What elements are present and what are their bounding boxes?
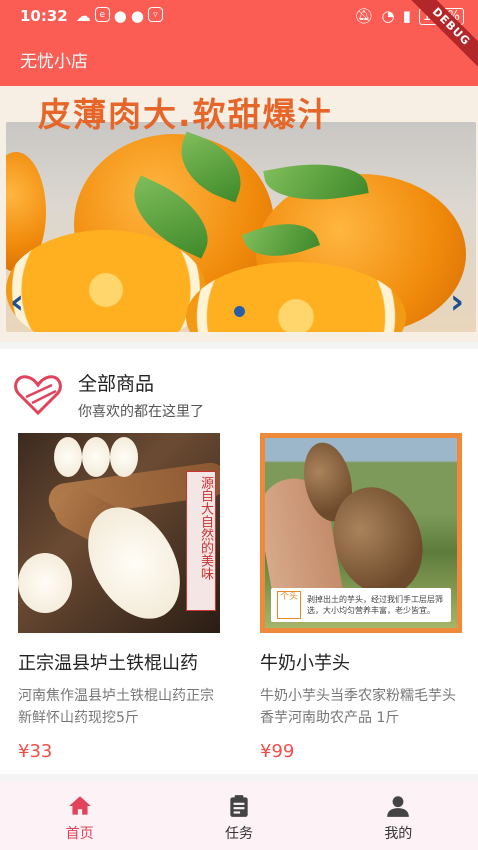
banner-carousel[interactable]: 皮薄肉大.软甜爆汁 ‹ › (0, 86, 478, 342)
product-description: 牛奶小芋头当季农家粉糯毛芋头香芋河南助农产品 1斤 (260, 688, 456, 726)
product-image[interactable]: 个头 剥掉出土的芋头，经过我们手工层层筛选，大小均匀营养丰富，老少皆宜。 (260, 433, 462, 633)
banner-headline: 皮薄肉大.软甜爆汁 (38, 95, 333, 134)
person-icon (387, 796, 410, 817)
product-image-caption-text: 剥掉出土的芋头，经过我们手工层层筛选，大小均匀营养丰富，老少皆宜。 (307, 595, 443, 615)
notification-icons: ☁ e ● ● ▿ (76, 7, 163, 25)
clipboard-icon (230, 795, 248, 817)
tab-home[interactable]: 首页 (0, 781, 159, 850)
product-name[interactable]: 牛奶小芋头 (260, 649, 462, 675)
product-image-caption: 个头 剥掉出土的芋头，经过我们手工层层筛选，大小均匀营养丰富，老少皆宜。 (271, 588, 451, 622)
cloud-icon: ☁ (75, 7, 91, 25)
banner-image[interactable] (6, 122, 476, 332)
product-name[interactable]: 正宗温县垆土铁棍山药 (18, 649, 220, 675)
product-section: 全部商品 你喜欢的都在这里了 源自大自然的美味 正宗温县垆土铁棍山药 河南焦作温… (0, 349, 478, 774)
product-image[interactable]: 源自大自然的美味 (18, 433, 220, 633)
app-bar: 无忧小店 (0, 32, 478, 86)
home-icon (68, 796, 91, 815)
tab-label: 首页 (65, 826, 94, 842)
section-header: 全部商品 你喜欢的都在这里了 (12, 369, 204, 421)
product-description: 河南焦作温县垆土铁棍山药正宗新鲜怀山药现挖5斤 (18, 688, 214, 726)
page-title: 无忧小店 (20, 51, 88, 72)
app-notification-icon: e (94, 7, 110, 22)
product-image-label: 源自大自然的美味 (186, 471, 216, 611)
bottom-tab-bar: 首页 任务 我的 (0, 781, 478, 850)
product-image-badge: 个头 (277, 591, 301, 619)
message-icon: ● (130, 7, 144, 25)
section-subtitle: 你喜欢的都在这里了 (78, 404, 204, 420)
yam-slice-image (82, 437, 110, 477)
status-time: 10:32 (20, 7, 68, 25)
tab-label: 我的 (384, 826, 413, 842)
yam-slice-image (110, 437, 138, 477)
product-card[interactable]: 源自大自然的美味 正宗温县垆土铁棍山药 河南焦作温县垆土铁棍山药正宗新鲜怀山药现… (18, 433, 222, 762)
status-bar: 10:32 ☁ e ● ● ▿ 🔕︎ ◔ ▮ 100% (0, 0, 478, 32)
app-notification-icon: ● (113, 7, 127, 25)
heart-icon (12, 373, 64, 417)
tab-tasks[interactable]: 任务 (159, 781, 318, 850)
product-card[interactable]: 个头 剥掉出土的芋头，经过我们手工层层筛选，大小均匀营养丰富，老少皆宜。 牛奶小… (260, 433, 464, 762)
carousel-prev-icon[interactable]: ‹ (10, 282, 24, 322)
yam-cut-image (18, 553, 72, 613)
section-title: 全部商品 (78, 373, 155, 395)
mute-icon: 🔕︎ (354, 7, 374, 25)
signal-icon: ▮ (402, 7, 411, 25)
tab-mine[interactable]: 我的 (319, 781, 478, 850)
carousel-next-icon[interactable]: › (450, 282, 464, 322)
tab-label: 任务 (224, 826, 253, 842)
yam-slice-image (54, 437, 82, 477)
product-price: ¥99 (260, 741, 295, 762)
carousel-indicator-dot[interactable] (234, 306, 245, 317)
wifi-icon: ◔ (381, 7, 395, 25)
shield-icon: ▿ (147, 7, 163, 22)
product-price: ¥33 (18, 741, 53, 762)
